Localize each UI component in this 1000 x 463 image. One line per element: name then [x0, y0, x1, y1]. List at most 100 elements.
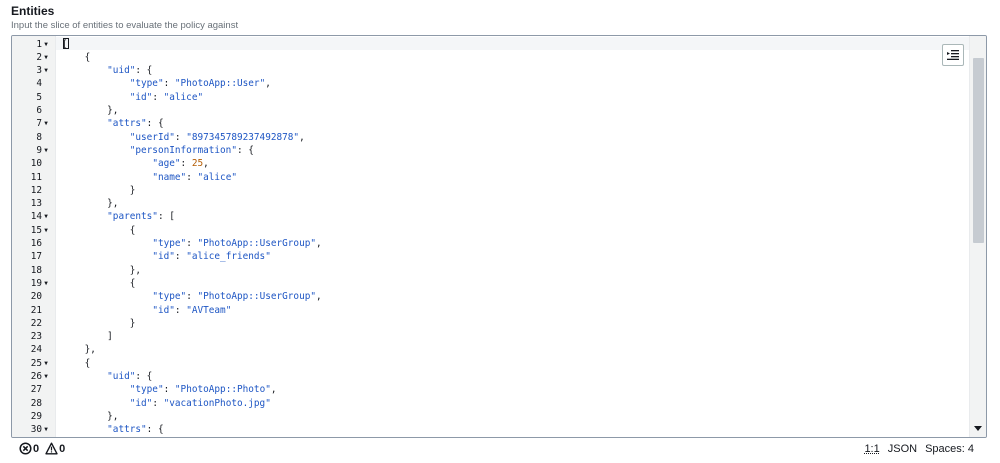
fold-toggle-icon[interactable]: ▼	[42, 357, 50, 370]
code-line[interactable]: {	[62, 357, 91, 370]
fold-toggle-icon[interactable]: ▼	[42, 370, 50, 383]
error-count[interactable]: 0	[19, 442, 39, 455]
line-number-value: 26	[30, 371, 42, 382]
code-line[interactable]: "attrs": {	[62, 117, 163, 130]
line-number: 8	[12, 131, 56, 144]
code-line[interactable]: "type": "PhotoApp::Photo",	[62, 383, 277, 396]
warning-count[interactable]: 0	[45, 442, 65, 455]
code-token-punc	[62, 118, 107, 129]
code-token-punc: {	[62, 277, 136, 289]
fold-toggle-icon[interactable]: ▼	[42, 64, 50, 77]
code-area[interactable]: [ { "uid": { "type": "PhotoApp::User", "…	[56, 36, 969, 437]
code-line[interactable]: {	[62, 277, 136, 290]
line-number: 30 ▼	[12, 423, 56, 436]
code-token-punc	[62, 398, 130, 409]
code-line[interactable]: },	[62, 104, 118, 117]
code-line[interactable]: "uid": {	[62, 64, 152, 77]
code-token-key: "type"	[152, 238, 187, 249]
code-token-str: "PhotoApp::Photo"	[174, 384, 271, 396]
scroll-down-arrow-icon[interactable]	[974, 426, 982, 431]
code-token-punc: ,	[203, 158, 209, 170]
code-token-key: "parents"	[107, 211, 158, 223]
code-token-punc: ,	[316, 238, 322, 249]
code-line[interactable]: [	[62, 38, 68, 51]
code-line[interactable]: }	[62, 184, 136, 197]
code-token-key: "personInformation"	[129, 144, 237, 156]
code-token-str: "PhotoApp::User"	[174, 78, 266, 90]
editor-preferences-button[interactable]	[942, 44, 964, 66]
line-number: 7 ▼	[12, 117, 56, 130]
code-token-punc	[62, 211, 107, 222]
code-line[interactable]: "type": "PhotoApp::UserGroup",	[62, 237, 322, 250]
indentation-setting: Spaces: 4	[925, 443, 974, 455]
code-token-punc: },	[62, 105, 119, 116]
fold-toggle-icon[interactable]: ▼	[42, 117, 50, 130]
code-token-punc: ,	[265, 78, 271, 90]
fold-toggle-icon[interactable]: ▼	[42, 423, 50, 436]
line-number: 3 ▼	[12, 64, 56, 77]
code-editor[interactable]: 1 ▼ 2 ▼ 3 ▼ 4 5 6 7 ▼ 8 9 ▼ 10 11 12 13 14 ▼ 15 ▼ 16 17 18 19 ▼ 20 2…	[11, 35, 987, 438]
code-line[interactable]: "age": 25,	[62, 157, 209, 170]
code-line[interactable]: ]	[62, 330, 113, 343]
code-line[interactable]: "id": "vacationPhoto.jpg"	[62, 397, 271, 410]
code-line[interactable]: "id": "alice"	[62, 91, 203, 104]
code-token-key: "id"	[129, 397, 153, 409]
fold-toggle-icon[interactable]: ▼	[42, 38, 50, 51]
code-line[interactable]: },	[62, 197, 118, 210]
code-line[interactable]: "type": "PhotoApp::UserGroup",	[62, 290, 322, 303]
editor-info: 1:1 JSON Spaces: 4	[864, 443, 974, 455]
code-line[interactable]: },	[62, 410, 118, 423]
line-number: 24	[12, 343, 56, 356]
line-number-gutter: 1 ▼ 2 ▼ 3 ▼ 4 5 6 7 ▼ 8 9 ▼ 10 11 12 13 14 ▼ 15 ▼ 16 17 18 19 ▼ 20 2…	[12, 36, 56, 437]
code-line[interactable]: "personInformation": {	[62, 144, 254, 157]
line-number: 25 ▼	[12, 357, 56, 370]
code-line[interactable]: "attrs": {	[62, 423, 164, 436]
code-line[interactable]: "uid": {	[62, 370, 152, 383]
code-line[interactable]: {	[62, 51, 91, 64]
line-number-value: 12	[30, 184, 42, 196]
active-line-highlight	[56, 37, 969, 50]
fold-toggle-icon[interactable]: ▼	[42, 51, 50, 64]
field-header: Entities Input the slice of entities to …	[11, 4, 238, 32]
code-token-punc: :	[186, 238, 198, 249]
code-line[interactable]: "type": "PhotoApp::User",	[62, 77, 271, 90]
code-token-punc: ,	[316, 291, 322, 303]
line-number: 18	[12, 264, 56, 277]
field-description: Input the slice of entities to evaluate …	[11, 20, 239, 31]
vertical-scrollbar[interactable]	[969, 36, 986, 437]
code-line[interactable]: "userId": "897345789237492878",	[62, 131, 305, 144]
line-number-value: 19	[30, 277, 42, 289]
fold-toggle-icon[interactable]: ▼	[42, 224, 50, 237]
code-token-str: "PhotoApp::UserGroup"	[197, 291, 317, 303]
line-number: 13	[12, 197, 56, 210]
line-number: 12	[12, 184, 56, 197]
list-indent-icon	[947, 50, 959, 60]
validation-summary[interactable]: 0 0	[19, 442, 65, 455]
code-line[interactable]: {	[62, 224, 136, 237]
code-token-punc: :	[174, 131, 187, 143]
scrollbar-thumb[interactable]	[973, 58, 984, 243]
cursor-position[interactable]: 1:1	[864, 443, 879, 455]
line-number-value: 6	[36, 105, 42, 116]
code-line[interactable]: "id": "AVTeam"	[62, 304, 231, 317]
fold-toggle-icon[interactable]: ▼	[42, 144, 50, 157]
code-line[interactable]: },	[62, 343, 96, 356]
code-token-punc: :	[174, 304, 187, 316]
line-number: 27	[12, 383, 56, 396]
code-token-punc: :	[186, 291, 198, 303]
code-token-punc	[62, 251, 152, 262]
code-line[interactable]: "parents": [	[62, 210, 175, 223]
code-token-punc: : {	[146, 424, 164, 436]
code-line[interactable]: },	[62, 264, 141, 277]
code-token-punc: ]	[62, 331, 113, 343]
code-line[interactable]: }	[62, 317, 136, 330]
code-token-punc: : {	[135, 371, 153, 382]
fold-toggle-icon[interactable]: ▼	[42, 277, 50, 290]
code-token-punc: [	[62, 38, 68, 50]
code-token-punc: :	[180, 158, 192, 170]
code-token-punc: :	[152, 397, 164, 409]
code-line[interactable]: "name": "alice"	[62, 171, 237, 184]
fold-toggle-icon[interactable]: ▼	[42, 210, 50, 223]
code-token-punc	[62, 172, 152, 183]
code-line[interactable]: "id": "alice_friends"	[62, 250, 271, 263]
